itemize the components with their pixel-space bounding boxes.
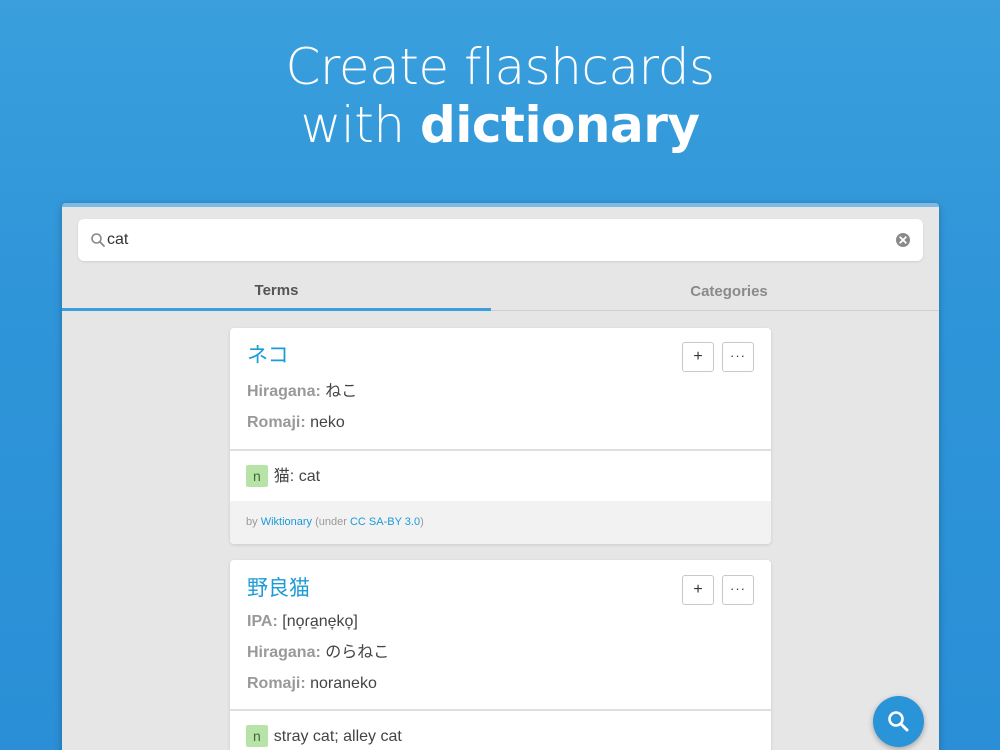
meaning-text: 猫: cat <box>273 468 321 485</box>
tab-terms[interactable]: Terms <box>62 273 491 311</box>
headline-line-2-strong: dictionary <box>419 96 700 154</box>
field-romaji: Romaji: noraneko <box>247 674 377 694</box>
field-value: noraneko <box>310 675 377 692</box>
add-flashcard-button[interactable]: + <box>682 342 714 372</box>
term-title: ネコ <box>247 344 289 367</box>
license-link[interactable]: CC SA-BY 3.0 <box>350 516 420 528</box>
tab-bar: Terms Categories <box>62 273 939 311</box>
tab-terms-label: Terms <box>254 282 299 299</box>
wiktionary-link[interactable]: Wiktionary <box>261 516 312 528</box>
field-value: neko <box>310 414 345 431</box>
part-of-speech-badge: n <box>246 725 268 747</box>
more-options-button[interactable]: ··· <box>722 342 754 372</box>
add-flashcard-button[interactable]: + <box>682 575 714 605</box>
headline-line-2-prefix: with <box>300 96 420 154</box>
attribution: by Wiktionary (under CC SA-BY 3.0) <box>230 501 771 544</box>
field-label: IPA: <box>247 613 278 630</box>
headline: Create flashcards with dictionary <box>0 38 1000 154</box>
field-label: Romaji: <box>247 414 306 431</box>
field-label: Hiragana: <box>247 383 321 400</box>
headline-line-1: Create flashcards <box>285 38 716 96</box>
more-options-button[interactable]: ··· <box>722 575 754 605</box>
field-value: のらねこ <box>325 644 390 661</box>
tab-categories[interactable]: Categories <box>491 273 939 311</box>
result-card[interactable]: ネコ + ··· Hiragana: ねこ Romaji: neko n 猫: c… <box>230 328 771 544</box>
field-value: ねこ <box>325 383 358 400</box>
search-icon <box>91 233 105 247</box>
field-ipa: IPA: [no̞ɾa̠ne̞ko̞] <box>247 612 358 632</box>
app-window: cat Terms Categories ネコ + ··· Hiragana: … <box>62 203 939 750</box>
search-icon <box>888 711 909 732</box>
field-label: Hiragana: <box>247 644 321 661</box>
field-value: [no̞ɾa̠ne̞ko̞] <box>282 613 358 630</box>
tab-categories-label: Categories <box>690 283 768 300</box>
divider <box>230 449 771 451</box>
meaning-row: n 猫: cat <box>246 465 320 488</box>
window-top-border <box>62 203 939 207</box>
search-bar[interactable]: cat <box>78 219 923 261</box>
meaning-text: stray cat; alley cat <box>273 728 402 745</box>
term-title: 野良猫 <box>247 577 310 600</box>
field-hiragana: Hiragana: のらねこ <box>247 643 389 663</box>
attribution-under: (under <box>312 516 350 528</box>
headline-line-2: with dictionary <box>0 96 1000 154</box>
attribution-by: by <box>246 516 261 528</box>
part-of-speech-badge: n <box>246 465 268 487</box>
meaning-row: n stray cat; alley cat <box>246 725 402 748</box>
result-card[interactable]: 野良猫 + ··· IPA: [no̞ɾa̠ne̞ko̞] Hiragana: … <box>230 560 771 750</box>
divider <box>230 709 771 711</box>
search-input[interactable]: cat <box>107 230 128 250</box>
field-romaji: Romaji: neko <box>247 413 345 433</box>
search-fab-button[interactable] <box>873 696 924 747</box>
field-label: Romaji: <box>247 675 306 692</box>
attribution-close: ) <box>420 516 424 528</box>
clear-icon[interactable] <box>895 232 911 248</box>
field-hiragana: Hiragana: ねこ <box>247 382 357 402</box>
